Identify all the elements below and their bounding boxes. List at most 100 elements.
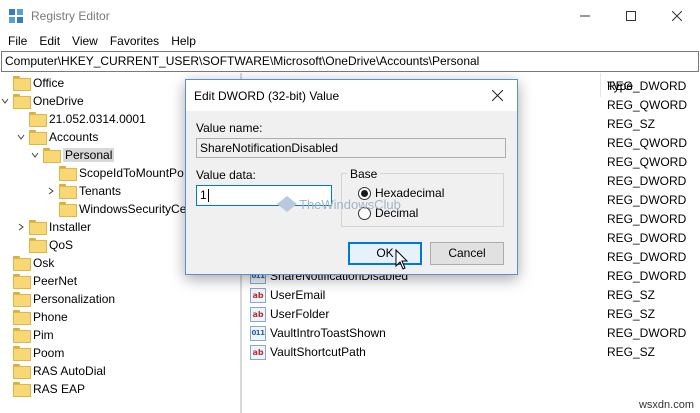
mouse-cursor-icon: [395, 249, 409, 270]
value-type: REG_QWORD: [607, 155, 688, 169]
dialog-close-button[interactable]: [477, 80, 517, 111]
close-icon: [491, 90, 503, 101]
list-row[interactable]: ab UserFolder REG_SZ: [246, 305, 700, 324]
tree-item-installer[interactable]: Installer: [16, 218, 91, 236]
menu-help[interactable]: Help: [165, 31, 202, 51]
folder-icon: [13, 94, 31, 109]
address-bar[interactable]: Computer\HKEY_CURRENT_USER\SOFTWARE\Micr…: [1, 51, 699, 72]
folder-icon: [59, 184, 77, 199]
chevron-down-icon[interactable]: [0, 92, 10, 110]
expander-icon[interactable]: [0, 362, 10, 380]
value-name-field[interactable]: ShareNotificationDisabled: [196, 138, 506, 158]
folder-icon: [13, 346, 31, 361]
tree-item-pim[interactable]: Pim: [0, 326, 54, 344]
tree-item-poom[interactable]: Poom: [0, 344, 64, 362]
binary-value-icon: 011: [250, 326, 266, 341]
site-watermark: wsxdn.com: [638, 399, 694, 411]
tree-item-osk[interactable]: Osk: [0, 254, 54, 272]
value-type: REG_DWORD: [607, 269, 687, 283]
folder-icon: [13, 310, 31, 325]
string-value-icon: ab: [250, 307, 266, 322]
expander-icon[interactable]: [0, 326, 10, 344]
expander-icon[interactable]: [46, 200, 56, 218]
tree-item-scopeid[interactable]: ScopeIdToMountPo: [46, 164, 184, 182]
value-type: REG_DWORD: [607, 193, 687, 207]
dialog-title: Edit DWORD (32-bit) Value: [194, 89, 340, 103]
value-name: VaultShortcutPath: [270, 345, 366, 359]
value-type: REG_DWORD: [607, 174, 687, 188]
expander-icon[interactable]: [46, 164, 56, 182]
dialog-title-bar: Edit DWORD (32-bit) Value: [186, 80, 517, 111]
expander-icon[interactable]: [0, 272, 10, 290]
maximize-icon: [626, 10, 636, 21]
expander-icon[interactable]: [0, 290, 10, 308]
chevron-right-icon[interactable]: [16, 218, 26, 236]
tree-item-peernet[interactable]: PeerNet: [0, 272, 77, 290]
list-row[interactable]: ab UserEmail REG_SZ: [246, 286, 700, 305]
menu-view[interactable]: View: [66, 31, 104, 51]
chevron-down-icon[interactable]: [16, 128, 26, 146]
edit-dword-dialog: Edit DWORD (32-bit) Value Value name: Sh…: [185, 79, 518, 275]
folder-icon: [13, 292, 31, 307]
folder-icon: [59, 166, 77, 181]
value-type: REG_QWORD: [607, 136, 688, 150]
registry-editor-icon: [9, 9, 23, 23]
value-type: REG_SZ: [607, 117, 656, 131]
menu-file[interactable]: File: [2, 31, 33, 51]
tree-item-phone[interactable]: Phone: [0, 308, 68, 326]
base-label: Base: [347, 167, 381, 181]
window-title: Registry Editor: [31, 9, 110, 23]
string-value-icon: ab: [250, 288, 266, 303]
expander-icon[interactable]: [16, 110, 26, 128]
maximize-button[interactable]: [608, 0, 654, 31]
cancel-button[interactable]: Cancel: [430, 242, 504, 265]
value-data-label: Value data:: [196, 168, 256, 182]
folder-icon: [13, 328, 31, 343]
title-bar: Registry Editor: [0, 0, 700, 31]
folder-icon: [59, 202, 77, 217]
chevron-down-icon[interactable]: [30, 146, 40, 164]
value-type: REG_QWORD: [607, 98, 688, 112]
list-row[interactable]: 011 VaultIntroToastShown REG_DWORD: [246, 324, 700, 343]
watermark-text: TheWindowsClub: [299, 196, 401, 212]
text-caret: [207, 189, 209, 203]
value-name-label: Value name:: [196, 121, 263, 135]
expander-icon[interactable]: [16, 236, 26, 254]
tree-item-office[interactable]: Office: [0, 74, 64, 92]
list-row[interactable]: ab VaultShortcutPath REG_SZ: [246, 343, 700, 362]
tree-item-onedrive[interactable]: OneDrive: [0, 92, 84, 110]
close-button[interactable]: [654, 0, 700, 31]
folder-icon: [29, 238, 47, 253]
chevron-right-icon[interactable]: [46, 182, 56, 200]
folder-icon: [13, 256, 31, 271]
string-value-icon: ab: [250, 345, 266, 360]
tree-item-version[interactable]: 21.052.0314.0001: [16, 110, 146, 128]
folder-icon: [29, 220, 47, 235]
watermark: TheWindowsClub: [277, 196, 401, 212]
expander-icon[interactable]: [0, 308, 10, 326]
folder-icon: [13, 382, 31, 397]
menu-favorites[interactable]: Favorites: [104, 31, 165, 51]
menu-edit[interactable]: Edit: [33, 31, 66, 51]
tree-item-personalization[interactable]: Personalization: [0, 290, 115, 308]
value-type: REG_SZ: [607, 345, 656, 359]
ok-button[interactable]: OK: [348, 242, 422, 265]
tree-item-ras-eap[interactable]: RAS EAP: [0, 380, 85, 398]
tree-item-ras-autodial[interactable]: RAS AutoDial: [0, 362, 106, 380]
menu-bar: File Edit View Favorites Help: [0, 31, 700, 51]
folder-icon: [13, 274, 31, 289]
expander-icon[interactable]: [0, 254, 10, 272]
tree-item-tenants[interactable]: Tenants: [46, 182, 121, 200]
expander-icon[interactable]: [0, 74, 10, 92]
folder-icon: [13, 76, 31, 91]
tree-item-qos[interactable]: QoS: [16, 236, 73, 254]
tree-item-windowssecurity[interactable]: WindowsSecurityCe: [46, 200, 186, 218]
tree-item-accounts[interactable]: Accounts: [16, 128, 98, 146]
value-type: REG_DWORD: [607, 326, 687, 340]
expander-icon[interactable]: [0, 380, 10, 398]
tree-item-personal[interactable]: Personal: [30, 146, 115, 164]
expander-icon[interactable]: [0, 344, 10, 362]
value-name: VaultIntroToastShown: [270, 326, 386, 340]
minimize-button[interactable]: [562, 0, 608, 31]
folder-icon: [29, 112, 47, 127]
